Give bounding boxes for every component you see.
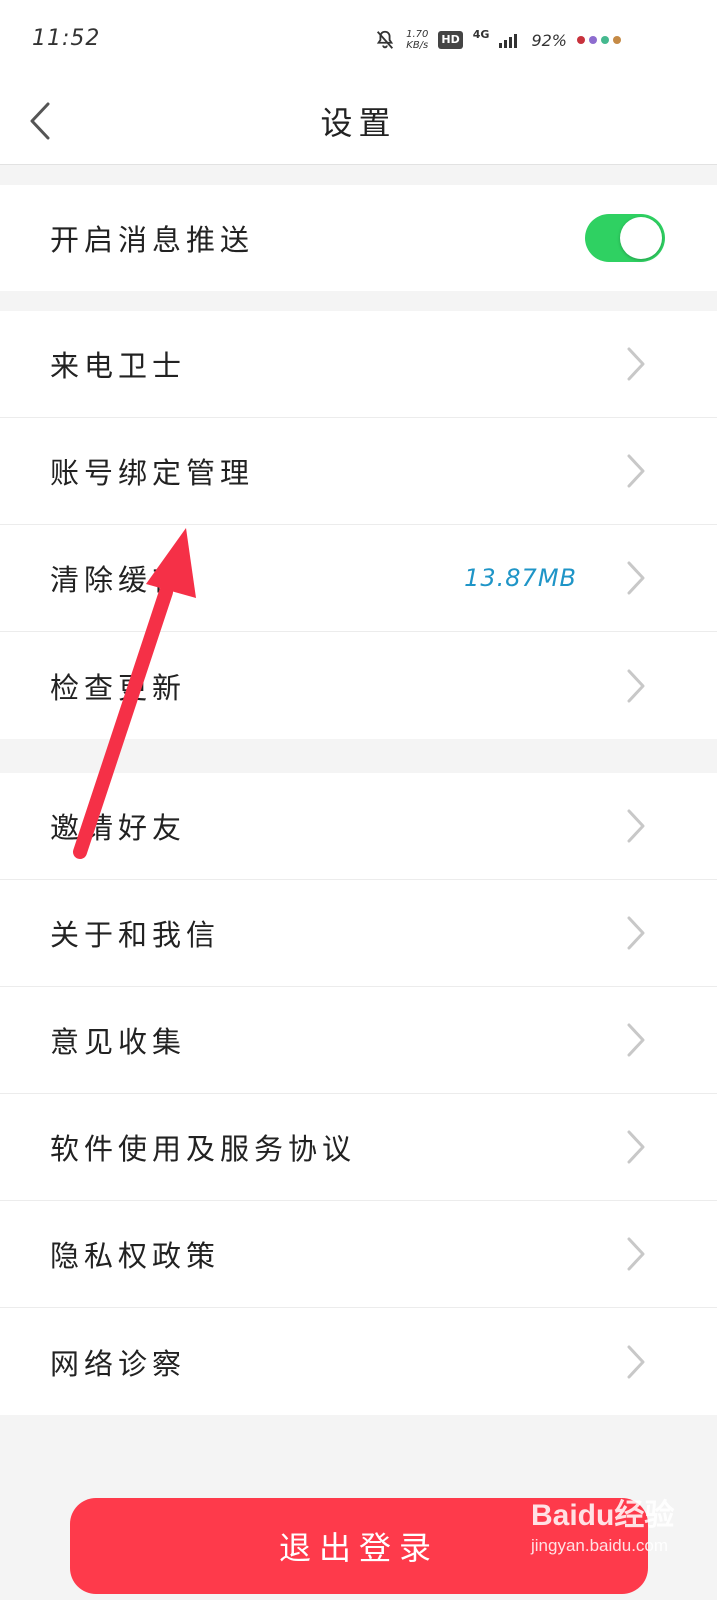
row-label: 账号绑定管理 (50, 456, 255, 490)
network-speed-unit: KB/s (406, 40, 429, 51)
network-type-badge: 4G (472, 27, 490, 41)
row-privacy-policy[interactable]: 隐私权政策 (0, 1201, 717, 1308)
row-push-notifications: 开启消息推送 (0, 185, 717, 291)
chevron-right-icon (627, 669, 645, 702)
cache-size-value: 13.87MB (464, 564, 577, 592)
row-clear-cache[interactable]: 清除缓存 13.87MB (0, 525, 717, 632)
settings-group-2: 来电卫士 账号绑定管理 清除缓存 13.87MB 检查更新 (0, 311, 717, 739)
row-terms-of-service[interactable]: 软件使用及服务协议 (0, 1094, 717, 1201)
network-speed-value: 1.70 (406, 29, 429, 40)
row-label: 清除缓存 (50, 563, 187, 597)
row-about[interactable]: 关于和我信 (0, 880, 717, 987)
toggle-knob (620, 217, 662, 259)
row-label: 检查更新 (50, 670, 187, 705)
row-label: 隐私权政策 (50, 1239, 221, 1273)
logout-button[interactable]: 退出登录 (70, 1498, 648, 1594)
settings-group-3: 邀请好友 关于和我信 意见收集 软件使用及服务协议 隐私权政策 网络诊察 (0, 773, 717, 1415)
chevron-right-icon (627, 1023, 645, 1057)
chevron-right-icon (627, 1237, 645, 1271)
row-call-guard[interactable]: 来电卫士 (0, 311, 717, 418)
chevron-right-icon (627, 347, 645, 381)
notification-dot (601, 36, 609, 44)
row-account-binding[interactable]: 账号绑定管理 (0, 418, 717, 525)
status-icons: 1.70 KB/s HD 4G 92% (374, 26, 621, 54)
network-speed: 1.70 KB/s (406, 29, 428, 51)
page-title: 设置 (320, 104, 397, 142)
chevron-right-icon (627, 561, 645, 595)
row-invite-friends[interactable]: 邀请好友 (0, 773, 717, 880)
chevron-right-icon (627, 454, 645, 488)
row-network-diagnosis[interactable]: 网络诊察 (0, 1308, 717, 1415)
push-notification-toggle[interactable] (585, 214, 665, 262)
row-label: 软件使用及服务协议 (50, 1132, 357, 1166)
status-time: 11:52 (32, 26, 101, 51)
row-label: 关于和我信 (50, 918, 221, 952)
signal-icon (499, 34, 518, 48)
notification-dot (613, 36, 621, 44)
chevron-right-icon (627, 809, 645, 843)
row-label: 意见收集 (50, 1025, 187, 1059)
push-settings-group: 开启消息推送 (0, 185, 717, 291)
nav-bar: 设置 (0, 80, 717, 165)
row-label: 来电卫士 (50, 349, 187, 383)
row-label: 邀请好友 (50, 811, 187, 845)
hd-badge: HD (438, 31, 463, 49)
row-label: 开启消息推送 (50, 223, 255, 257)
chevron-right-icon (627, 1345, 645, 1378)
notification-dots (577, 36, 621, 44)
bell-off-icon (377, 30, 394, 49)
notification-dot (577, 36, 585, 44)
row-feedback[interactable]: 意见收集 (0, 987, 717, 1094)
row-label: 网络诊察 (50, 1346, 187, 1381)
row-check-update[interactable]: 检查更新 (0, 632, 717, 739)
chevron-right-icon (627, 1130, 645, 1164)
status-bar: 11:52 1.70 KB/s HD 4G 92% (0, 0, 717, 80)
battery-level: 92% (531, 30, 567, 50)
chevron-right-icon (627, 916, 645, 950)
notification-dot (589, 36, 597, 44)
